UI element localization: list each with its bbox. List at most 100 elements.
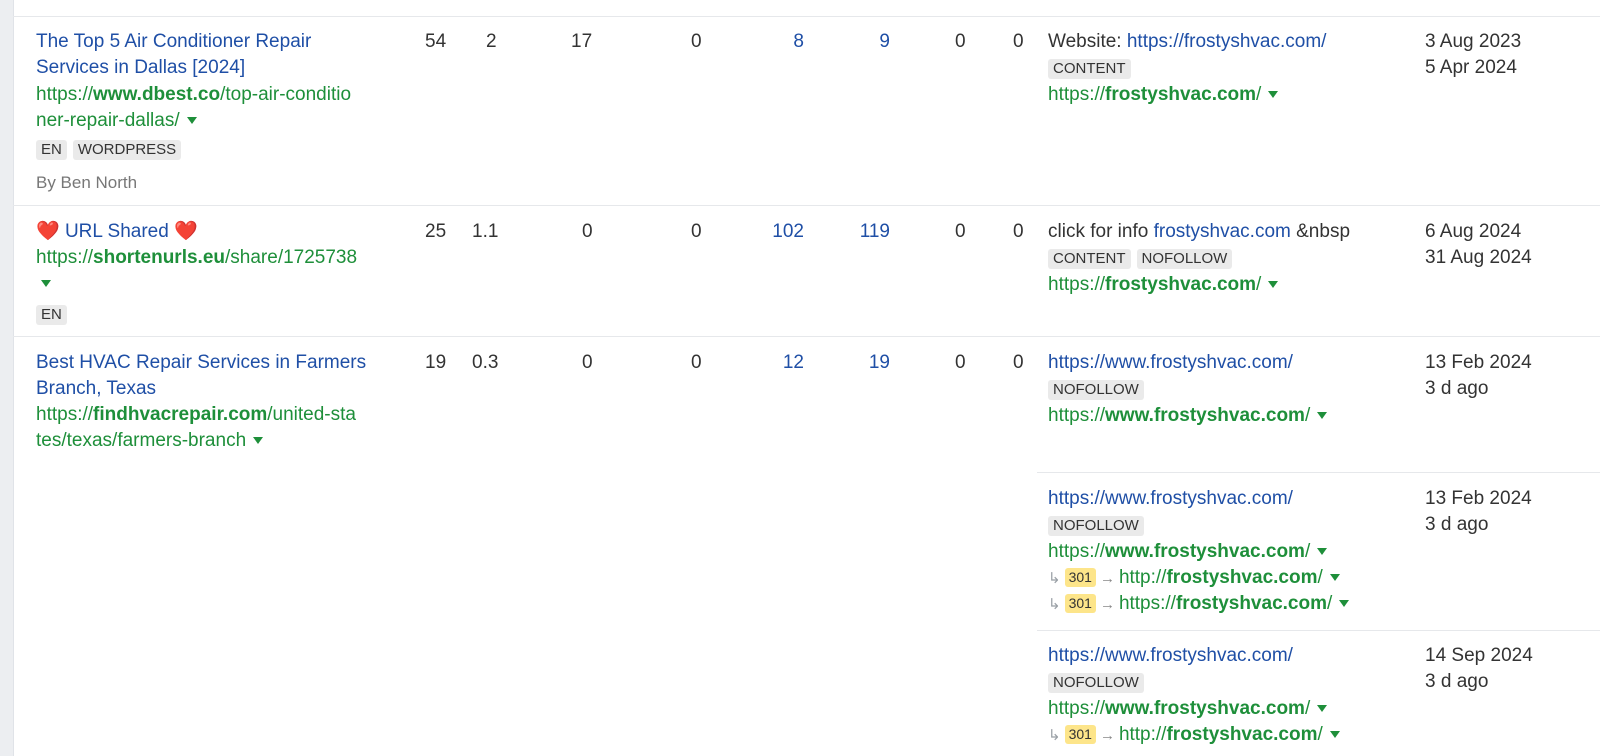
referring-domains: 0: [691, 221, 702, 242]
url-rating: 1.1: [472, 221, 499, 242]
keywords: 0: [1013, 31, 1024, 52]
backlink-title[interactable]: Best HVAC Repair Services in Farmers: [36, 350, 366, 376]
redirect-code-badge: 301: [1064, 725, 1096, 745]
keywords: 0: [1013, 221, 1024, 242]
language-badge: EN: [36, 304, 67, 325]
keywords: 0: [1013, 352, 1024, 373]
arrow-right-icon: →: [1099, 570, 1115, 587]
backlink-title[interactable]: Branch, Texas: [36, 376, 156, 402]
tag-list: EN: [36, 302, 73, 328]
link-type-badges: CONTENT NOFOLLOW: [1048, 246, 1238, 272]
target-url[interactable]: https://www.frostyshvac.com/: [1048, 403, 1328, 429]
arrow-right-icon: →: [1099, 727, 1115, 744]
link-type-badges: NOFOLLOW: [1048, 513, 1150, 539]
row-divider: [13, 336, 1600, 337]
anchor-link[interactable]: https://www.frostyshvac.com/: [1048, 350, 1293, 376]
page-traffic: 0: [955, 221, 966, 242]
last-seen-date: 3 d ago: [1425, 514, 1489, 535]
arrow-right-icon: →: [1099, 596, 1115, 613]
domain-traffic: 17: [571, 31, 593, 52]
row-divider: [13, 205, 1600, 206]
external-links[interactable]: 119: [840, 219, 890, 245]
link-type-badges: NOFOLLOW: [1048, 670, 1150, 696]
chevron-down-icon[interactable]: [1329, 731, 1340, 739]
target-url[interactable]: https://frostyshvac.com/: [1048, 82, 1279, 108]
anchor-link[interactable]: https://www.frostyshvac.com/: [1048, 643, 1293, 669]
chevron-down-icon[interactable]: [1268, 281, 1279, 289]
anchor-text: Website: https://frostyshvac.com/: [1048, 31, 1327, 52]
last-seen-date: 3 d ago: [1425, 378, 1489, 399]
redirect-hook-icon: ↳: [1048, 570, 1061, 587]
nofollow-badge: NOFOLLOW: [1048, 515, 1144, 536]
referring-url[interactable]: https://findhvacrepair.com/united-sta: [36, 402, 356, 428]
referring-domains: 0: [691, 31, 702, 52]
backlink-title[interactable]: Services in Dallas [2024]: [36, 55, 245, 81]
heart-icon: ❤️: [174, 221, 198, 242]
chevron-down-icon[interactable]: [1329, 574, 1340, 582]
chevron-down-icon[interactable]: [1317, 548, 1328, 556]
redirect-hop[interactable]: ↳ 301 → http://frostyshvac.com/: [1048, 722, 1340, 749]
redirect-code-badge: 301: [1064, 568, 1096, 588]
page-traffic: 0: [955, 31, 966, 52]
linked-domains[interactable]: 12: [754, 350, 804, 376]
chevron-down-icon[interactable]: [1339, 600, 1350, 608]
nofollow-badge: NOFOLLOW: [1048, 379, 1144, 400]
left-scroll-gutter: [0, 0, 14, 756]
redirect-hook-icon: ↳: [1048, 596, 1061, 613]
linked-domains[interactable]: 8: [754, 29, 804, 55]
content-badge: CONTENT: [1048, 248, 1131, 269]
domain-traffic: 0: [582, 352, 593, 373]
domain-rating: 54: [425, 31, 447, 52]
page-traffic: 0: [955, 352, 966, 373]
anchor-text: click for info frostyshvac.com &nbsp: [1048, 221, 1351, 242]
chevron-down-icon[interactable]: [1317, 705, 1328, 713]
target-url[interactable]: https://www.frostyshvac.com/: [1048, 696, 1328, 722]
platform-badge: WORDPRESS: [72, 139, 182, 160]
referring-url[interactable]: ner-repair-dallas/: [36, 108, 197, 134]
referring-domains: 0: [691, 352, 702, 373]
linked-domains[interactable]: 102: [754, 219, 804, 245]
chevron-down-icon[interactable]: [186, 117, 197, 125]
tag-list: EN WORDPRESS: [36, 137, 187, 163]
referring-url[interactable]: https://shortenurls.eu/share/1725738: [36, 245, 357, 271]
chevron-down-icon[interactable]: [253, 437, 264, 445]
referring-url[interactable]: https://www.dbest.co/top-air-conditio: [36, 82, 351, 108]
last-seen-date: 5 Apr 2024: [1425, 57, 1517, 78]
redirect-hop[interactable]: ↳ 301 → https://frostyshvac.com/: [1048, 591, 1350, 618]
link-divider: [1037, 472, 1600, 473]
first-seen-date: 6 Aug 2024: [1425, 221, 1522, 242]
link-divider: [1037, 630, 1600, 631]
redirect-code-badge: 301: [1064, 594, 1096, 614]
anchor-link[interactable]: https://www.frostyshvac.com/: [1048, 486, 1293, 512]
first-seen-date: 14 Sep 2024: [1425, 645, 1533, 666]
chevron-down-icon[interactable]: [41, 280, 51, 288]
anchor-link[interactable]: frostyshvac.com: [1154, 221, 1291, 242]
domain-rating: 25: [425, 221, 447, 242]
chevron-down-icon[interactable]: [1317, 412, 1328, 420]
nofollow-badge: NOFOLLOW: [1048, 672, 1144, 693]
referring-url[interactable]: tes/texas/farmers-branch: [36, 428, 264, 454]
backlink-title[interactable]: The Top 5 Air Conditioner Repair: [36, 29, 311, 55]
domain-rating: 19: [425, 352, 447, 373]
url-rating: 0.3: [472, 352, 499, 373]
language-badge: EN: [36, 139, 67, 160]
target-url[interactable]: https://frostyshvac.com/: [1048, 272, 1279, 298]
anchor-link[interactable]: https://frostyshvac.com/: [1127, 31, 1327, 52]
link-type-badges: NOFOLLOW: [1048, 377, 1150, 403]
first-seen-date: 3 Aug 2023: [1425, 31, 1522, 52]
target-url[interactable]: https://www.frostyshvac.com/: [1048, 539, 1328, 565]
url-rating: 2: [486, 31, 497, 52]
redirect-hop[interactable]: ↳ 301 → http://frostyshvac.com/: [1048, 565, 1340, 592]
external-links[interactable]: 19: [840, 350, 890, 376]
external-links[interactable]: 9: [840, 29, 890, 55]
chevron-down-icon[interactable]: [1268, 91, 1279, 99]
nofollow-badge: NOFOLLOW: [1136, 248, 1233, 269]
redirect-hook-icon: ↳: [1048, 727, 1061, 744]
link-type-badges: CONTENT: [1048, 56, 1137, 82]
last-seen-date: 31 Aug 2024: [1425, 247, 1532, 268]
first-seen-date: 13 Feb 2024: [1425, 352, 1532, 373]
domain-traffic: 0: [582, 221, 593, 242]
backlink-title[interactable]: ❤️ URL Shared ❤️: [36, 219, 198, 245]
url-expand[interactable]: [36, 271, 51, 297]
heart-icon: ❤️: [36, 221, 60, 242]
